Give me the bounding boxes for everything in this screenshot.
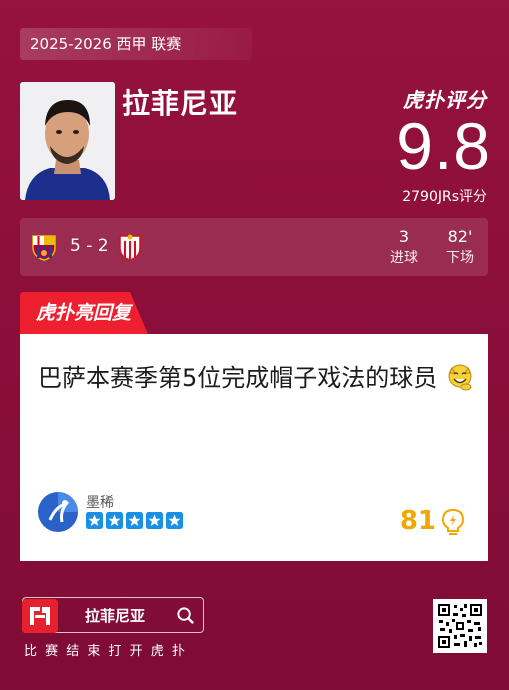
subbed-off-value: 82' — [447, 227, 473, 246]
search-text: 拉菲尼亚 — [85, 607, 146, 625]
goals-stat: 3 进球 — [390, 227, 418, 269]
match-score: 5 - 2 — [70, 236, 109, 256]
season-tag: 2025-2026 西甲 联赛 — [20, 28, 252, 60]
goals-value: 3 — [398, 227, 410, 246]
rating-score: 9.8 — [396, 109, 491, 183]
goals-label: 进球 — [390, 250, 418, 266]
barcelona-crest-icon — [32, 235, 56, 261]
player-name: 拉菲尼亚 — [122, 87, 239, 120]
rating-count: 2790JRs评分 — [402, 189, 487, 205]
user-avatar[interactable] — [38, 492, 78, 532]
lightbulb-icon[interactable] — [440, 508, 466, 536]
subbed-off-label: 下场 — [446, 250, 474, 266]
user-name[interactable]: 墨稀 — [86, 492, 114, 512]
player-avatar — [20, 82, 115, 200]
player-photo — [20, 82, 115, 200]
reply-text: 巴萨本赛季第5位完成帽子戏法的球员 — [38, 364, 438, 392]
like-count: 81 — [399, 506, 436, 536]
star-icon — [166, 512, 183, 529]
sevilla-crest-icon — [119, 234, 141, 261]
highlight-reply-tab: 虎扑亮回复 — [20, 292, 148, 334]
star-icon — [106, 512, 123, 529]
star-icon — [146, 512, 163, 529]
grinning-cat-emoji-icon — [448, 364, 472, 391]
match-summary[interactable]: 5 - 2 3 进球 82' 下场 — [20, 218, 488, 276]
search-icon — [177, 607, 194, 624]
subbed-off-stat: 82' 下场 — [446, 227, 474, 269]
reply-card[interactable]: 巴萨本赛季第5位完成帽子戏法的球员 墨稀 81 — [20, 334, 488, 561]
qr-code — [433, 599, 487, 653]
star-icon — [86, 512, 103, 529]
hupu-app-logo — [22, 599, 58, 633]
star-icon — [126, 512, 143, 529]
user-level-stars — [86, 512, 183, 529]
reply-content: 巴萨本赛季第5位完成帽子戏法的球员 — [38, 360, 478, 396]
tagline: 比 赛 结 束 打 开 虎 扑 — [24, 644, 187, 659]
